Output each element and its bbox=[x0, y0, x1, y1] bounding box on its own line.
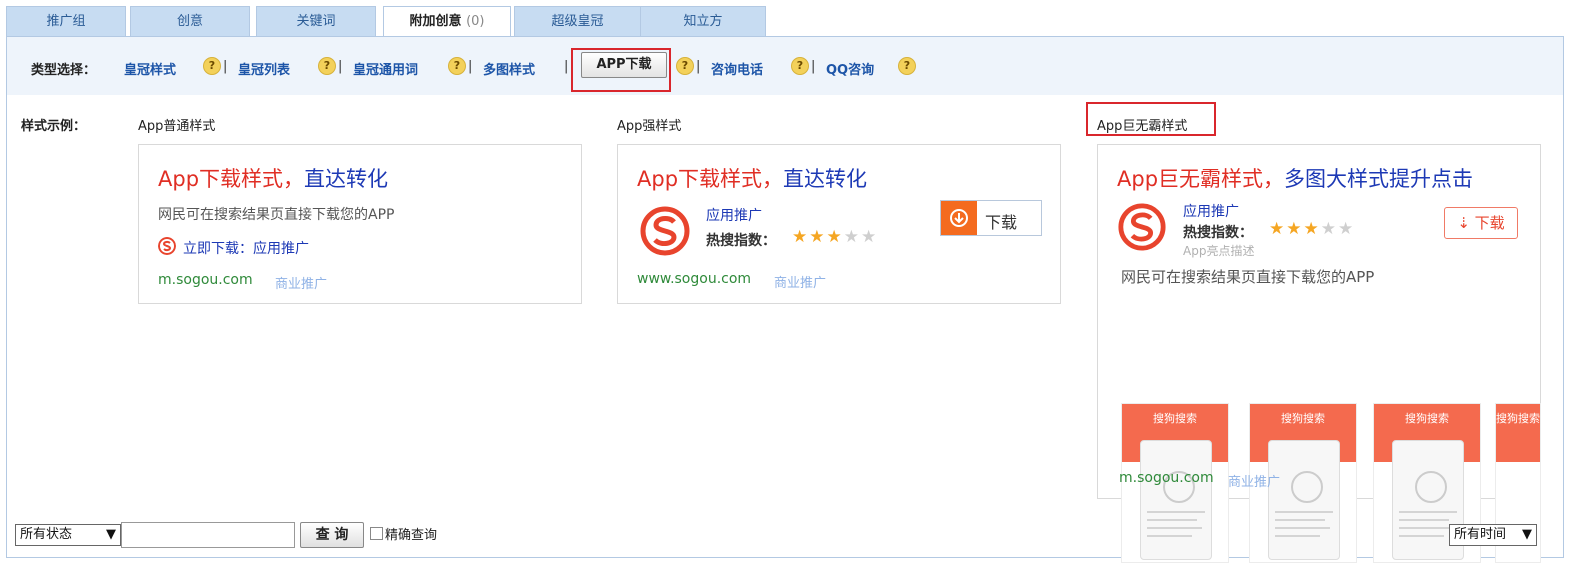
type-crown-generic-words[interactable]: 皇冠通用词 bbox=[353, 59, 418, 78]
help-icon[interactable]: ? bbox=[676, 57, 694, 75]
type-app-download-button[interactable]: APP下载 bbox=[581, 52, 667, 78]
card-description: 网民可在搜索结果页直接下载您的APP bbox=[158, 207, 395, 223]
sogou-logo-icon bbox=[158, 237, 176, 255]
card-title-red: App下载样式， bbox=[637, 167, 784, 191]
help-icon[interactable]: ? bbox=[318, 57, 336, 75]
card-title-red: App下载样式， bbox=[158, 167, 305, 191]
star-icon: ★ bbox=[826, 227, 842, 247]
ad-label: 商业推广 bbox=[275, 277, 328, 292]
help-icon[interactable]: ? bbox=[448, 57, 466, 75]
display-url: www.sogou.com bbox=[637, 271, 752, 287]
display-url: m.sogou.com bbox=[1119, 470, 1214, 486]
screenshot-title: 搜狗搜索 bbox=[1496, 412, 1540, 425]
type-selection-label: 类型选择： bbox=[31, 63, 97, 78]
tab-keywords[interactable]: 关键词 bbox=[256, 6, 376, 36]
download-icon: ⇣ bbox=[1457, 214, 1475, 232]
tab-additional-creative-count: (0) bbox=[466, 14, 485, 29]
star-icon: ★ bbox=[1303, 219, 1319, 239]
type-selection-bar: 类型选择： 皇冠样式 ? | 皇冠列表 ? | 皇冠通用词 ? | 多图样式 |… bbox=[7, 37, 1563, 95]
tab-zhilifang[interactable]: 知立方 bbox=[640, 6, 766, 36]
time-select[interactable]: 所有时间 ▼ bbox=[1449, 524, 1537, 546]
card-description: 网民可在搜索结果页直接下载您的APP bbox=[1121, 268, 1375, 286]
type-crown-style[interactable]: 皇冠样式 bbox=[124, 59, 176, 78]
app-highlight-description: App亮点描述 bbox=[1183, 244, 1255, 258]
download-button-label: 下载 bbox=[985, 213, 1018, 232]
sogou-logo-icon bbox=[1117, 202, 1167, 252]
status-select-value: 所有状态 bbox=[20, 527, 73, 542]
example-label-strong: App强样式 bbox=[617, 119, 682, 134]
hot-search-label: 热搜指数： bbox=[706, 233, 776, 249]
example-label-giant: App巨无霸样式 bbox=[1097, 119, 1188, 134]
star-icon: ★ bbox=[843, 227, 859, 247]
type-multi-image[interactable]: 多图样式 bbox=[483, 59, 535, 78]
exact-query-label: 精确查询 bbox=[385, 528, 438, 543]
chevron-down-icon: ▼ bbox=[106, 527, 116, 542]
star-icon: ★ bbox=[1286, 219, 1302, 239]
sogou-logo-icon bbox=[639, 205, 691, 257]
type-consult-phone[interactable]: 咨询电话 bbox=[711, 59, 763, 78]
card-title-blue: 直达转化 bbox=[783, 167, 868, 191]
ad-label: 商业推广 bbox=[1228, 475, 1281, 490]
example-card-normal: App下载样式，直达转化 网民可在搜索结果页直接下载您的APP 立即下载：应用推… bbox=[138, 144, 582, 304]
exact-query-checkbox[interactable] bbox=[370, 527, 383, 540]
card-title-blue: 直达转化 bbox=[304, 167, 389, 191]
example-card-giant: App巨无霸样式，多图大样式提升点击 应用推广 热搜指数： ★ ★ ★ ★ ★ App亮… bbox=[1097, 144, 1541, 563]
download-button[interactable]: 下载 bbox=[940, 200, 1042, 236]
type-qq-consult[interactable]: QQ咨询 bbox=[826, 59, 874, 78]
card-title-red: App巨无霸样式， bbox=[1117, 167, 1285, 191]
query-button[interactable]: 查 询 bbox=[300, 522, 364, 548]
help-icon[interactable]: ? bbox=[203, 57, 221, 75]
star-icon: ★ bbox=[1338, 219, 1354, 239]
card-title: App巨无霸样式，多图大样式提升点击 bbox=[1117, 163, 1473, 193]
time-select-value: 所有时间 bbox=[1454, 527, 1507, 542]
separator: | bbox=[696, 59, 701, 74]
rating-stars: ★ ★ ★ ★ ★ bbox=[792, 227, 878, 247]
tab-super-crown[interactable]: 超级皇冠 bbox=[514, 6, 641, 36]
card-title: App下载样式，直达转化 bbox=[637, 163, 867, 193]
style-example-label: 样式示例： bbox=[21, 119, 87, 134]
content-panel: 类型选择： 皇冠样式 ? | 皇冠列表 ? | 皇冠通用词 ? | 多图样式 |… bbox=[6, 36, 1564, 563]
card-title: App下载样式，直达转化 bbox=[158, 163, 388, 193]
screenshot-title: 搜狗搜索 bbox=[1281, 412, 1325, 425]
star-icon: ★ bbox=[809, 227, 825, 247]
star-icon: ★ bbox=[1320, 219, 1336, 239]
tab-additional-creative-label: 附加创意 bbox=[409, 14, 462, 29]
screenshot-title: 搜狗搜索 bbox=[1153, 412, 1197, 425]
separator: | bbox=[468, 59, 473, 74]
separator: | bbox=[564, 59, 569, 74]
help-icon[interactable]: ? bbox=[898, 57, 916, 75]
chevron-down-icon: ▼ bbox=[1522, 527, 1532, 542]
card-title-blue: 多图大样式提升点击 bbox=[1284, 167, 1474, 191]
download-link[interactable]: 立即下载：应用推广 bbox=[183, 238, 309, 258]
download-icon bbox=[941, 201, 977, 235]
separator: | bbox=[811, 59, 816, 74]
star-icon: ★ bbox=[792, 227, 808, 247]
example-card-strong: App下载样式，直达转化 应用推广 热搜指数： ★ ★ ★ ★ ★ 下载 www.sog… bbox=[617, 144, 1061, 304]
help-icon[interactable]: ? bbox=[791, 57, 809, 75]
rating-stars: ★ ★ ★ ★ ★ bbox=[1269, 219, 1355, 239]
screenshot-title: 搜狗搜索 bbox=[1405, 412, 1449, 425]
search-input[interactable] bbox=[121, 522, 295, 548]
app-name[interactable]: 应用推广 bbox=[1183, 201, 1239, 221]
download-button-label: 下载 bbox=[1474, 214, 1505, 232]
tab-creative[interactable]: 创意 bbox=[130, 6, 250, 36]
display-url: m.sogou.com bbox=[158, 272, 253, 288]
type-crown-list[interactable]: 皇冠列表 bbox=[238, 59, 290, 78]
separator: | bbox=[223, 59, 228, 74]
example-label-normal: App普通样式 bbox=[138, 119, 216, 134]
app-name[interactable]: 应用推广 bbox=[706, 205, 762, 225]
tab-promo-group[interactable]: 推广组 bbox=[6, 6, 126, 36]
hot-search-label: 热搜指数： bbox=[1183, 225, 1253, 241]
download-button[interactable]: ⇣ 下载 bbox=[1444, 207, 1518, 239]
star-icon: ★ bbox=[861, 227, 877, 247]
tab-additional-creative[interactable]: 附加创意 (0) bbox=[383, 6, 511, 38]
status-select[interactable]: 所有状态 ▼ bbox=[15, 524, 121, 546]
separator: | bbox=[338, 59, 343, 74]
star-icon: ★ bbox=[1269, 219, 1285, 239]
ad-label: 商业推广 bbox=[774, 276, 827, 291]
